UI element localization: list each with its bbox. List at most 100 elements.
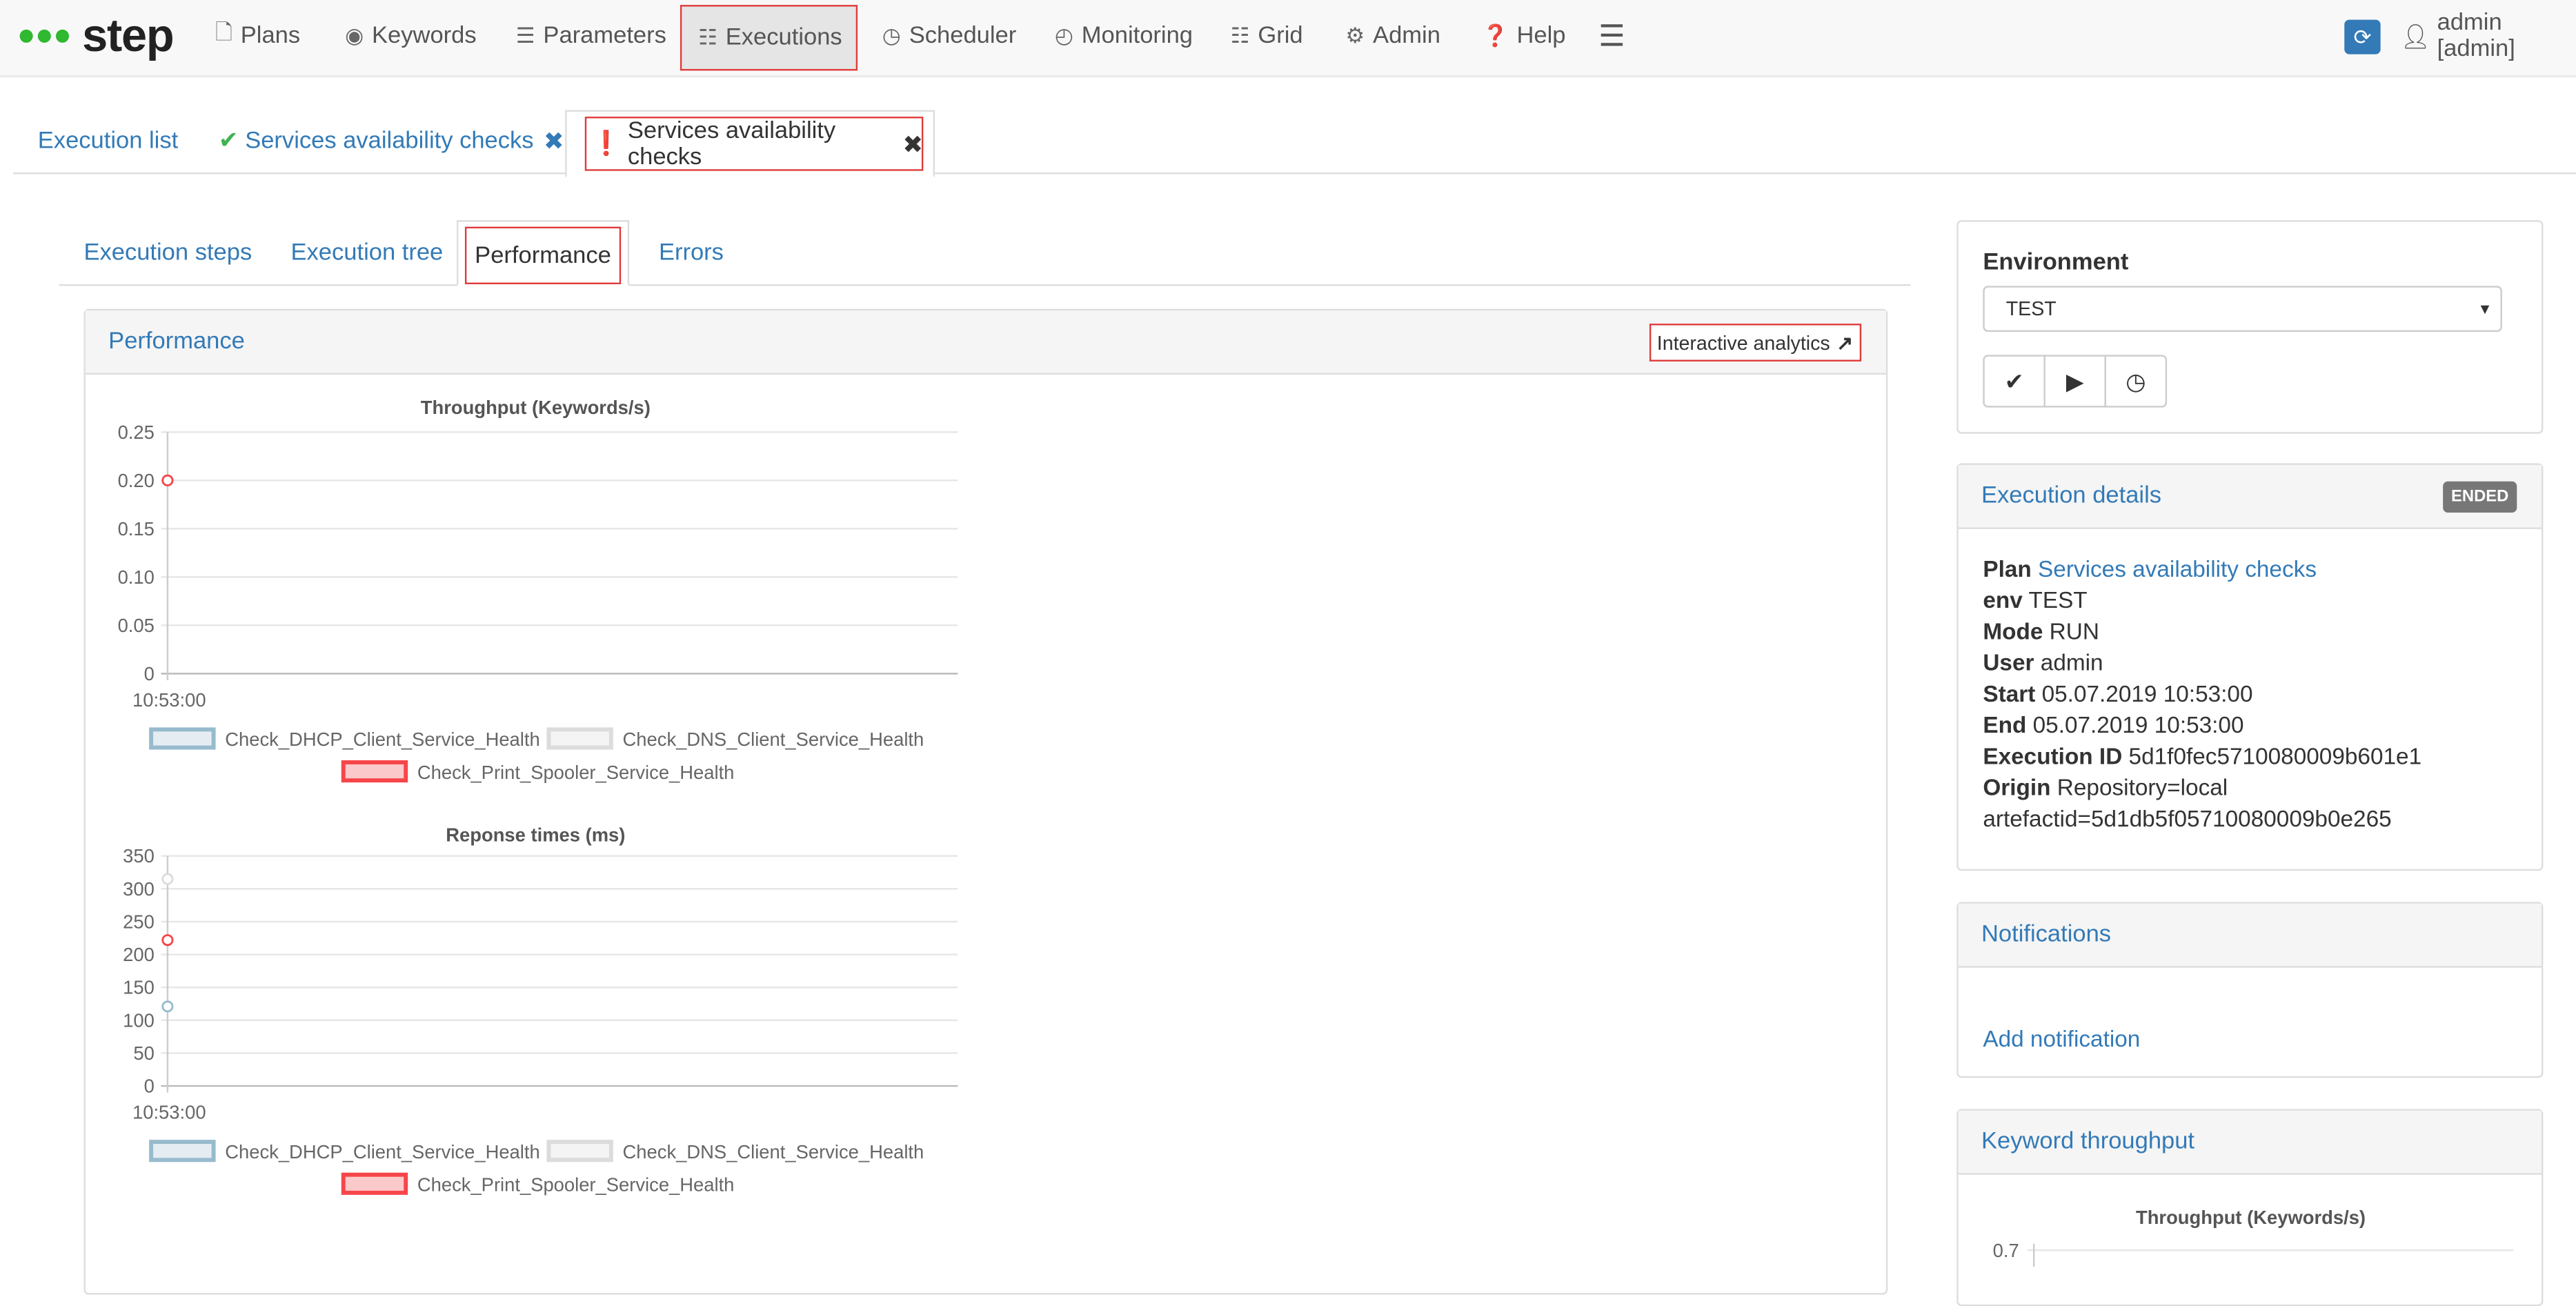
environment-panel: Environment TEST ▼ ✔ ▶ ◷	[1956, 220, 2544, 434]
detail-value: 05.07.2019 10:53:00	[2041, 680, 2253, 707]
y-tick-label: 350	[123, 845, 155, 867]
detail-key: Plan	[1983, 555, 2032, 582]
detail-value: TEST	[2028, 586, 2088, 613]
nav-label: Scheduler	[909, 23, 1017, 50]
panel-title: Keyword throughput	[1981, 1129, 2195, 1156]
nav-label: Grid	[1258, 23, 1303, 50]
detail-row-start: Start 05.07.2019 10:53:00	[1983, 680, 2252, 706]
execution-view-tabs	[59, 284, 1911, 286]
tab-label: Performance	[475, 242, 611, 269]
list-icon: ☰	[515, 23, 535, 48]
nav-help[interactable]: ❓ Help	[1482, 0, 1565, 72]
detail-key: env	[1983, 586, 2023, 613]
y-tick-label: 0.20	[118, 470, 155, 491]
run-button[interactable]: ▶	[2043, 355, 2106, 408]
detail-row-mode: Mode RUN	[1983, 617, 2099, 644]
response-time-chart: Reponse times (ms) 350 300 250 200 150 100 50 0 1…	[123, 824, 958, 1196]
question-circle-icon: ❓	[1482, 23, 1509, 48]
nav-monitoring[interactable]: ◴ Monitoring	[1055, 0, 1193, 72]
detail-key: Origin	[1983, 773, 2051, 800]
tab-execution-steps[interactable]: Execution steps	[83, 224, 252, 283]
add-notification-link[interactable]: Add notification	[1983, 1025, 2140, 1051]
environment-label: Environment	[1983, 249, 2129, 277]
panel-header: Execution details ENDED	[1958, 464, 2542, 529]
nav-scheduler[interactable]: ◷ Scheduler	[882, 0, 1016, 72]
interactive-analytics-button[interactable]: Interactive analytics ↗	[1648, 324, 1862, 362]
user-menu[interactable]: 👤︎ admin [admin]	[2400, 0, 2576, 72]
logo-dot-icon	[55, 29, 70, 43]
refresh-icon[interactable]: ⟳	[2344, 19, 2381, 55]
step-logo[interactable]: step	[19, 7, 175, 66]
tab-label: Services availability checks	[627, 117, 836, 170]
check-button[interactable]: ✔	[1983, 355, 2045, 408]
brand-name: step	[82, 10, 175, 61]
y-tick-label: 0.15	[118, 518, 155, 540]
tab-label: Services availability checks	[245, 128, 534, 155]
keyword-throughput-chart: Throughput (Keywords/s) 0.7	[1993, 1207, 2514, 1267]
schedule-button[interactable]: ◷	[2104, 355, 2168, 408]
user-icon: 👤︎	[2400, 23, 2431, 50]
environment-select[interactable]: TEST ▼	[1983, 286, 2502, 333]
y-tick-label: 200	[123, 944, 155, 965]
y-tick-label: 300	[123, 878, 155, 900]
detail-row-env: env TEST	[1983, 586, 2087, 613]
panel-header: Keyword throughput	[1958, 1110, 2542, 1175]
detail-key: Mode	[1983, 617, 2043, 644]
tab-execution-passed[interactable]: ✔ Services availability checks ✖	[219, 112, 564, 171]
tab-execution-list[interactable]: Execution list	[38, 112, 178, 171]
keyword-throughput-panel: Keyword throughput Throughput (Keywords/…	[1956, 1109, 2544, 1306]
legend-swatch	[341, 1172, 408, 1195]
nav-keywords[interactable]: ◉ Keywords	[345, 0, 477, 72]
dashboard-icon: ◴	[1054, 23, 1073, 48]
legend-label: Check_DHCP_Client_Service_Health	[225, 1141, 539, 1162]
data-point	[161, 1000, 174, 1013]
nav-label: Monitoring	[1081, 23, 1193, 50]
hamburger-menu-icon[interactable]: ☰	[1598, 0, 1625, 72]
detail-row-execution-id: Execution ID 5d1f0fec5710080009b601e1	[1983, 742, 2421, 769]
throughput-chart: Throughput (Keywords/s) 0.25 0.20 0.15 0.10 0…	[118, 397, 958, 783]
nav-executions[interactable]: ☷ Executions	[680, 5, 858, 71]
nav-label: Executions	[725, 24, 842, 51]
detail-value: admin	[2040, 649, 2103, 675]
tab-label: Execution list	[37, 128, 179, 155]
y-tick-label: 150	[123, 977, 155, 998]
close-icon[interactable]: ✖	[902, 129, 923, 158]
panel-title: Performance	[108, 328, 245, 355]
button-label: Interactive analytics	[1656, 330, 1830, 355]
detail-key: User	[1983, 649, 2034, 675]
detail-row-origin: Origin Repository=local	[1983, 774, 2228, 800]
y-tick-label: 0.7	[1993, 1240, 2019, 1261]
legend-swatch	[149, 727, 216, 750]
nav-parameters[interactable]: ☰ Parameters	[516, 0, 666, 72]
tab-errors[interactable]: Errors	[659, 224, 724, 283]
detail-key: End	[1983, 711, 2027, 738]
detail-key: Execution ID	[1983, 742, 2123, 769]
close-icon[interactable]: ✖	[544, 126, 564, 156]
dot-circle-icon: ◉	[345, 23, 364, 48]
plan-link[interactable]: Services availability checks	[2038, 555, 2317, 582]
tasks-icon: ☷	[698, 24, 717, 50]
legend-swatch	[546, 727, 613, 750]
legend-label: Check_DHCP_Client_Service_Health	[225, 729, 539, 750]
tab-execution-tree[interactable]: Execution tree	[291, 224, 444, 283]
legend-swatch	[546, 1140, 613, 1162]
y-tick-label: 0.25	[118, 422, 155, 443]
execution-details-panel: Execution details ENDED Plan Services av…	[1956, 463, 2544, 871]
detail-value: 05.07.2019 10:53:00	[2032, 711, 2244, 738]
top-navbar: step 🗋 Plans ◉ Keywords ☰ Parameters ☷ Execu…	[0, 0, 2576, 77]
detail-row-end: End 05.07.2019 10:53:00	[1983, 711, 2243, 738]
nav-plans[interactable]: 🗋 Plans	[215, 0, 300, 72]
clock-icon: ◷	[2126, 367, 2146, 394]
detail-value: Repository=local	[2057, 773, 2228, 800]
nav-label: Keywords	[372, 23, 477, 50]
nav-grid[interactable]: ☷ Grid	[1231, 0, 1303, 72]
nav-label: Help	[1516, 23, 1566, 50]
detail-key: Start	[1983, 680, 2036, 707]
tab-performance[interactable]: Performance	[457, 220, 630, 286]
check-icon: ✔	[2004, 367, 2024, 394]
nav-admin[interactable]: ⚙ Admin	[1345, 0, 1440, 72]
file-icon: 🗋	[215, 19, 232, 45]
detail-row-plan: Plan Services availability checks	[1983, 555, 2317, 582]
tab-execution-error[interactable]: ❗ Services availability checks ✖	[565, 110, 935, 178]
panel-header: Performance Interactive analytics ↗	[85, 310, 1886, 375]
